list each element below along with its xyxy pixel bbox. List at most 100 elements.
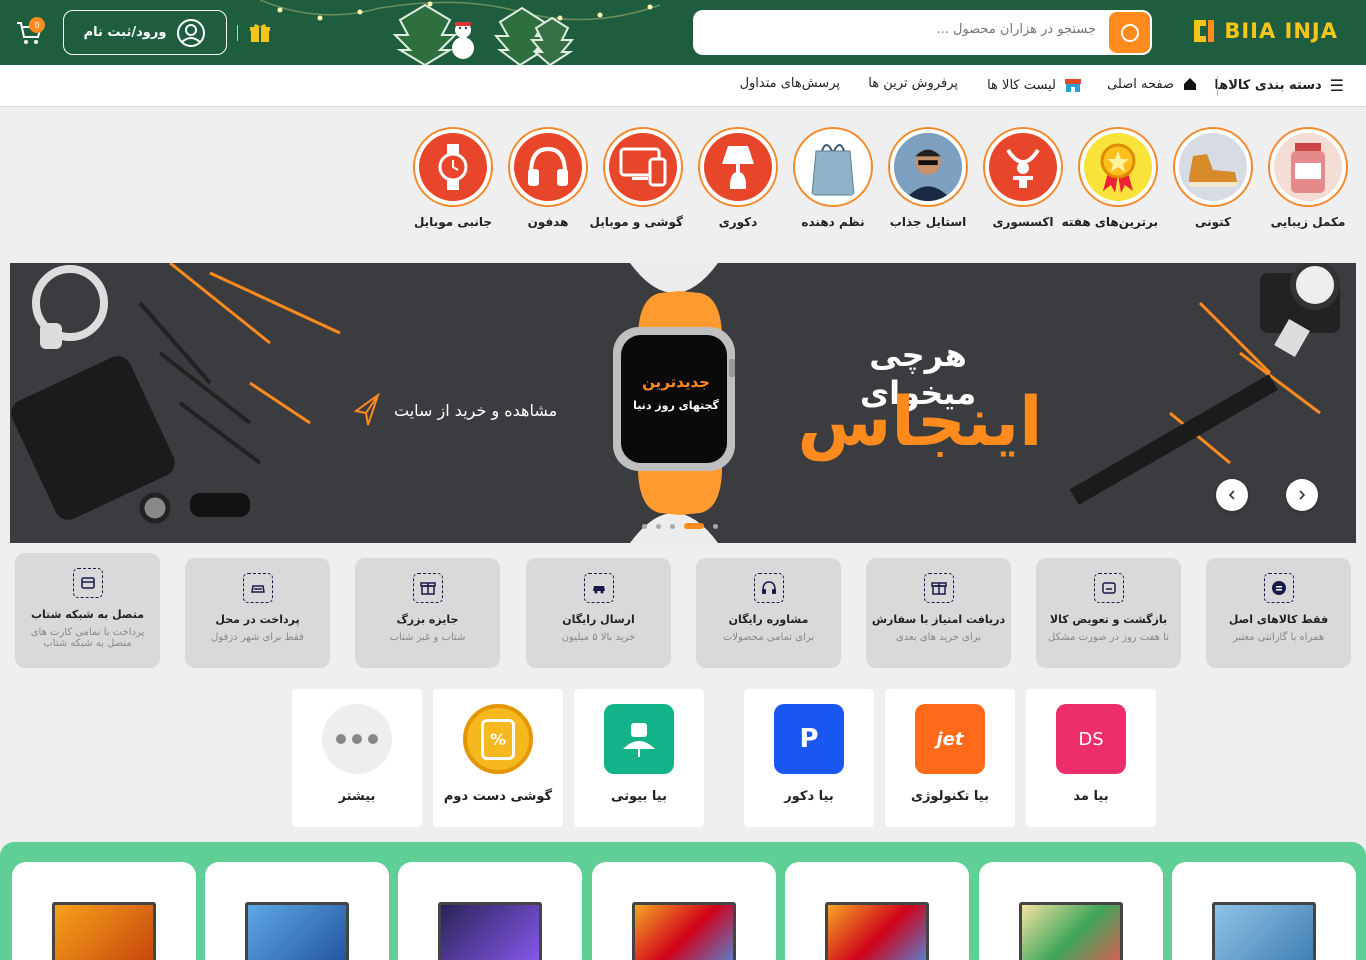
- slider-dot[interactable]: [670, 523, 675, 529]
- slider-dot[interactable]: [642, 523, 647, 529]
- slider-next-button[interactable]: [1216, 479, 1248, 511]
- feature-title: دریافت امتیاز با سفارش: [871, 613, 1006, 626]
- slider-dot-active[interactable]: [684, 523, 704, 529]
- more-dots-icon: [322, 704, 392, 774]
- christmas-decoration: [260, 0, 661, 65]
- login-register-button[interactable]: ورود/ثبت نام: [63, 10, 227, 55]
- bia-mod-icon: DS: [1056, 704, 1126, 774]
- product-card[interactable]: [785, 862, 969, 960]
- category-item[interactable]: برترین‌های هفته: [1061, 127, 1158, 229]
- service-mark: DS: [1078, 728, 1104, 750]
- nav-categories-label: دسته بندی کالاها: [1214, 78, 1322, 93]
- service-item[interactable]: jet بیا تکنولوژی: [885, 689, 1015, 827]
- top-header: BIIA INJA ورود/ثبت نام 0: [0, 0, 1366, 65]
- search-bar[interactable]: [693, 10, 1152, 55]
- service-label: بیا مد: [1073, 789, 1109, 804]
- product-card[interactable]: [12, 862, 196, 960]
- cash-on-delivery-icon: [242, 573, 273, 603]
- category-label: جانبی موبایل: [413, 215, 493, 229]
- product-card[interactable]: [979, 862, 1163, 960]
- service-item[interactable]: بیا بیوتی: [574, 689, 704, 827]
- necklace-icon: [989, 133, 1057, 201]
- category-item[interactable]: استایل جذاب: [888, 127, 968, 229]
- feature-title: جایزه بزرگ: [396, 613, 459, 626]
- search-input[interactable]: [716, 22, 1096, 37]
- category-label: برترین‌های هفته: [1061, 215, 1158, 229]
- service-item[interactable]: بیشتر: [292, 689, 422, 827]
- slider-dots: [642, 523, 718, 529]
- chevron-right-icon: [1299, 490, 1306, 500]
- service-mark: P: [799, 724, 819, 754]
- gift-icon[interactable]: [249, 22, 271, 44]
- user-icon: [177, 18, 206, 47]
- feature-card: ارسال رایگان خرید بالا ۵ میلیون: [526, 558, 671, 668]
- category-label: اکسسوری: [992, 215, 1054, 229]
- service-label: بیا تکنولوژی: [911, 789, 989, 804]
- points-gift-icon: [923, 573, 954, 603]
- hero-banner[interactable]: هرچی میخوای اینجاس مشاهده و خرید از سایت…: [10, 263, 1356, 543]
- slider-dot[interactable]: [656, 523, 661, 529]
- bank-card-icon: [72, 568, 103, 598]
- category-item[interactable]: مکمل زیبایی: [1268, 127, 1348, 229]
- feature-card: مشاوره رایگان برای تمامی محصولات: [696, 558, 841, 668]
- product-card[interactable]: [592, 862, 776, 960]
- nav-home[interactable]: صفحه اصلی: [1107, 76, 1198, 92]
- feature-subtitle: برای تمامی محصولات: [722, 632, 815, 643]
- feature-title: مشاوره رایگان: [728, 613, 809, 626]
- feature-subtitle: پرداخت با تمامی کارت های متصل به شبکه شت…: [30, 627, 145, 649]
- logo-text: BIIA INJA: [1224, 19, 1338, 43]
- feature-title: متصل به شبکه شتاب: [30, 608, 145, 621]
- slider-prev-button[interactable]: [1286, 479, 1318, 511]
- laptop-image: [438, 902, 542, 960]
- service-item[interactable]: P بیا دکور: [744, 689, 874, 827]
- service-label: بیا دکور: [784, 789, 834, 804]
- service-mark: %: [480, 718, 516, 760]
- main-navigation: ☰ دسته بندی کالاها صفحه اصلی لیست کالا ه…: [0, 65, 1366, 107]
- header-divider: [237, 25, 238, 41]
- product-card[interactable]: [1172, 862, 1356, 960]
- category-item[interactable]: گوشی و موبایل: [589, 127, 683, 229]
- feature-title: ارسال رایگان: [562, 613, 635, 626]
- feature-card: پرداخت در محل فقط برای شهر دزفول: [185, 558, 330, 668]
- feature-card: متصل به شبکه شتاب پرداخت با تمامی کارت ه…: [15, 553, 160, 668]
- original-badge-icon: [1263, 573, 1294, 603]
- chevron-left-icon: [1228, 490, 1235, 500]
- nav-faq[interactable]: پرسش‌های متداول: [740, 76, 840, 91]
- banner-cta[interactable]: مشاهده و خرید از سایت: [354, 393, 557, 427]
- category-label: گوشی و موبایل: [589, 215, 683, 229]
- feature-card: دریافت امتیاز با سفارش برای خرید های بعد…: [866, 558, 1011, 668]
- product-card[interactable]: [398, 862, 582, 960]
- delivery-car-icon: [583, 573, 614, 603]
- nav-categories[interactable]: ☰ دسته بندی کالاها: [1214, 76, 1344, 95]
- nav-bestsellers[interactable]: پرفروش ترین ها: [868, 76, 958, 91]
- laptop-image: [1019, 902, 1123, 960]
- nav-home-label: صفحه اصلی: [1107, 76, 1174, 92]
- service-item[interactable]: DS بیا مد: [1026, 689, 1156, 827]
- product-card[interactable]: [205, 862, 389, 960]
- send-icon: [354, 393, 380, 426]
- laptop-image: [245, 902, 349, 960]
- top-medal-icon: [1084, 133, 1152, 201]
- services-strip: DS بیا مد jet بیا تکنولوژی P بیا دکور بی…: [0, 689, 1366, 829]
- category-item[interactable]: جانبی موبایل: [413, 127, 493, 229]
- category-item[interactable]: کتونی: [1173, 127, 1253, 229]
- service-label: بیا بیوتی: [611, 789, 667, 804]
- home-icon: [1184, 78, 1196, 90]
- category-label: استایل جذاب: [889, 215, 967, 229]
- model-photo-icon: [894, 133, 962, 201]
- category-label: دکوری: [718, 215, 758, 229]
- category-item[interactable]: دکوری: [698, 127, 778, 229]
- feature-subtitle: همراه با گارانتی معتبر: [1232, 632, 1325, 643]
- slider-dot[interactable]: [713, 523, 718, 529]
- bia-tech-icon: jet: [915, 704, 985, 774]
- site-logo[interactable]: BIIA INJA: [1190, 16, 1338, 46]
- search-button[interactable]: [1109, 12, 1150, 53]
- category-item[interactable]: نظم دهنده: [793, 127, 873, 229]
- feature-title: بازگشت و تعویض کالا: [1049, 613, 1168, 626]
- nav-product-list[interactable]: لیست کالا ها: [987, 76, 1082, 94]
- category-item[interactable]: اکسسوری: [983, 127, 1063, 229]
- service-item[interactable]: % گوشی دست دوم: [433, 689, 563, 827]
- banner-highlight: اینجاس: [797, 383, 1043, 462]
- category-item[interactable]: هدفون: [508, 127, 588, 229]
- nav-faq-label: پرسش‌های متداول: [739, 76, 840, 91]
